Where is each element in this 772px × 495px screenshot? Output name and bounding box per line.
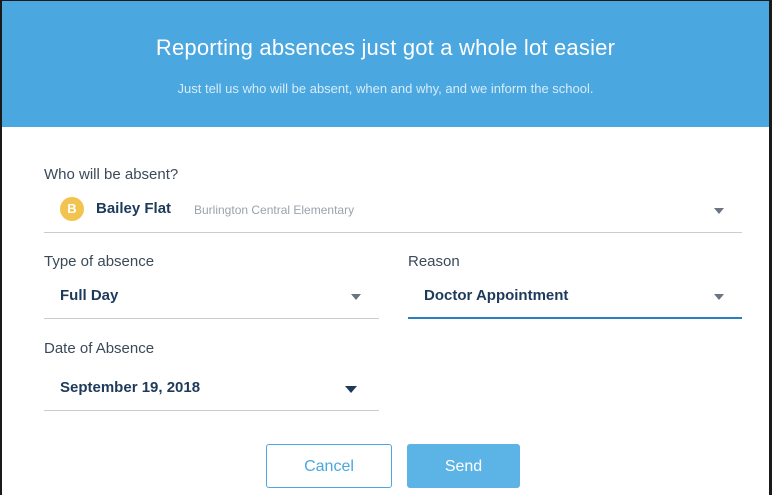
absence-type-select[interactable]: Full Day [44, 275, 379, 319]
caret-down-icon [714, 208, 724, 214]
student-school: Burlington Central Elementary [194, 203, 355, 217]
page-title: Reporting absences just got a whole lot … [155, 35, 616, 60]
absence-type-label: Type of absence [44, 253, 155, 270]
caret-down-icon [345, 386, 357, 393]
student-field-label: Who will be absent? [44, 166, 179, 183]
reason-select[interactable]: Doctor Appointment [408, 275, 742, 319]
reason-label: Reason [408, 253, 460, 270]
absence-report-form: Reporting absences just got a whole lot … [0, 0, 772, 495]
date-value: September 19, 2018 [60, 379, 201, 396]
caret-down-icon [351, 294, 361, 300]
page-subtitle: Just tell us who will be absent, when an… [177, 81, 594, 96]
absence-type-value: Full Day [60, 287, 119, 304]
date-select[interactable]: September 19, 2018 [44, 367, 379, 411]
cancel-button[interactable]: Cancel [266, 444, 392, 488]
student-name: Bailey Flat [96, 200, 172, 217]
student-select[interactable]: B Bailey Flat Burlington Central Element… [44, 189, 742, 233]
reason-value: Doctor Appointment [424, 287, 569, 304]
caret-down-icon [714, 294, 724, 300]
header-banner: Reporting absences just got a whole lot … [2, 1, 769, 127]
student-avatar: B [60, 197, 84, 221]
send-button[interactable]: Send [407, 444, 520, 488]
date-label: Date of Absence [44, 340, 155, 357]
